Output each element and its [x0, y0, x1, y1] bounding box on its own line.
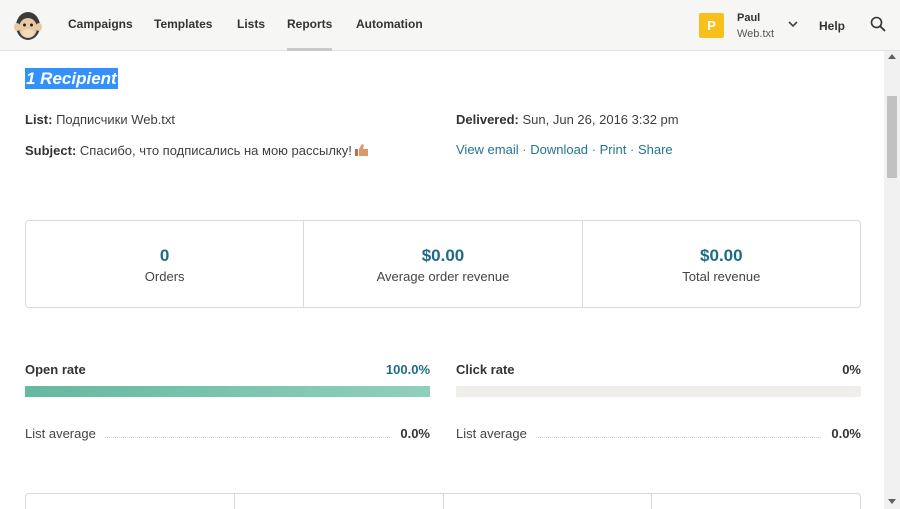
thumbs-up-icon: [354, 144, 368, 156]
stat-total-revenue: $0.00 Total revenue: [583, 221, 860, 307]
subject-info: Subject: Спасибо, что подписались на мою…: [25, 143, 369, 158]
stats-grid-cell: [26, 494, 235, 509]
stat-label: Average order revenue: [376, 269, 510, 284]
click-rate-title: Click rate: [456, 362, 515, 377]
link-separator: ·: [630, 142, 635, 157]
click-rate-bar: [456, 386, 861, 397]
mailchimp-logo-icon[interactable]: [13, 9, 43, 42]
recipients-count: 1 Recipient: [25, 68, 118, 89]
top-nav: Campaigns Templates Lists Reports Automa…: [0, 0, 900, 51]
stat-orders: 0 Orders: [26, 221, 305, 307]
stats-grid-cell: [444, 494, 653, 509]
scroll-thumb[interactable]: [887, 96, 897, 178]
share-link[interactable]: Share: [638, 142, 673, 157]
subject-value: Спасибо, что подписались на мою рассылку…: [79, 143, 352, 158]
report-links: View email · Download · Print · Share: [456, 142, 673, 157]
stat-label: Total revenue: [682, 269, 761, 284]
stat-label: Orders: [144, 269, 185, 284]
ecommerce-stats: 0 Orders $0.00 Average order revenue $0.…: [25, 220, 861, 308]
open-rate-title: Open rate: [25, 362, 86, 377]
delivered-info: Delivered: Sun, Jun 26, 2016 3:32 pm: [456, 112, 679, 127]
download-link[interactable]: Download: [530, 142, 588, 157]
open-rate-value: 100.0%: [385, 362, 430, 377]
link-separator: ·: [522, 142, 527, 157]
list-value: Подписчики Web.txt: [56, 112, 176, 127]
chevron-down-icon[interactable]: [788, 19, 798, 29]
avatar[interactable]: P: [699, 13, 724, 38]
open-rate-bar-fill: [25, 386, 430, 397]
stat-value: $0.00: [421, 246, 465, 265]
click-rate: Click rate 0% List average 0.0%: [456, 362, 861, 441]
stat-average-order-revenue: $0.00 Average order revenue: [304, 221, 583, 307]
nav-automation[interactable]: Automation: [356, 17, 423, 51]
scroll-up-arrow-icon[interactable]: [888, 54, 896, 59]
dotted-leader: [105, 437, 390, 438]
stats-grid-partial: [25, 493, 861, 509]
click-rate-value: 0%: [842, 362, 861, 377]
list-label: List:: [25, 112, 53, 127]
list-average-label: List average: [25, 426, 96, 441]
scrollbar[interactable]: [884, 51, 900, 509]
nav-templates[interactable]: Templates: [154, 17, 212, 51]
view-email-link[interactable]: View email: [456, 142, 519, 157]
nav-reports[interactable]: Reports: [287, 17, 333, 51]
list-average-value: 0.0%: [831, 426, 861, 441]
nav-lists[interactable]: Lists: [237, 17, 265, 51]
scroll-down-arrow-icon[interactable]: [888, 499, 896, 504]
subject-label: Subject:: [25, 143, 77, 158]
list-info: List: Подписчики Web.txt: [25, 112, 175, 127]
delivered-label: Delivered:: [456, 112, 519, 127]
help-link[interactable]: Help: [819, 19, 845, 33]
open-rate-bar: [25, 386, 430, 397]
list-average-label: List average: [456, 426, 527, 441]
open-rate-list-average: List average 0.0%: [25, 426, 430, 442]
stats-grid-cell: [652, 494, 860, 509]
open-rate: Open rate 100.0% List average 0.0%: [25, 362, 430, 441]
list-average-value: 0.0%: [400, 426, 430, 441]
print-link[interactable]: Print: [600, 142, 627, 157]
stat-value: 0: [159, 246, 170, 265]
delivered-value: Sun, Jun 26, 2016 3:32 pm: [522, 112, 679, 127]
search-icon[interactable]: [870, 16, 886, 32]
link-separator: ·: [591, 142, 597, 157]
user-name[interactable]: Paul: [737, 12, 760, 24]
stat-value: $0.00: [700, 246, 743, 265]
dotted-leader: [536, 437, 821, 438]
nav-campaigns[interactable]: Campaigns: [68, 17, 133, 51]
user-org[interactable]: Web.txt: [737, 28, 774, 40]
click-rate-list-average: List average 0.0%: [456, 426, 861, 442]
stats-grid-cell: [235, 494, 444, 509]
